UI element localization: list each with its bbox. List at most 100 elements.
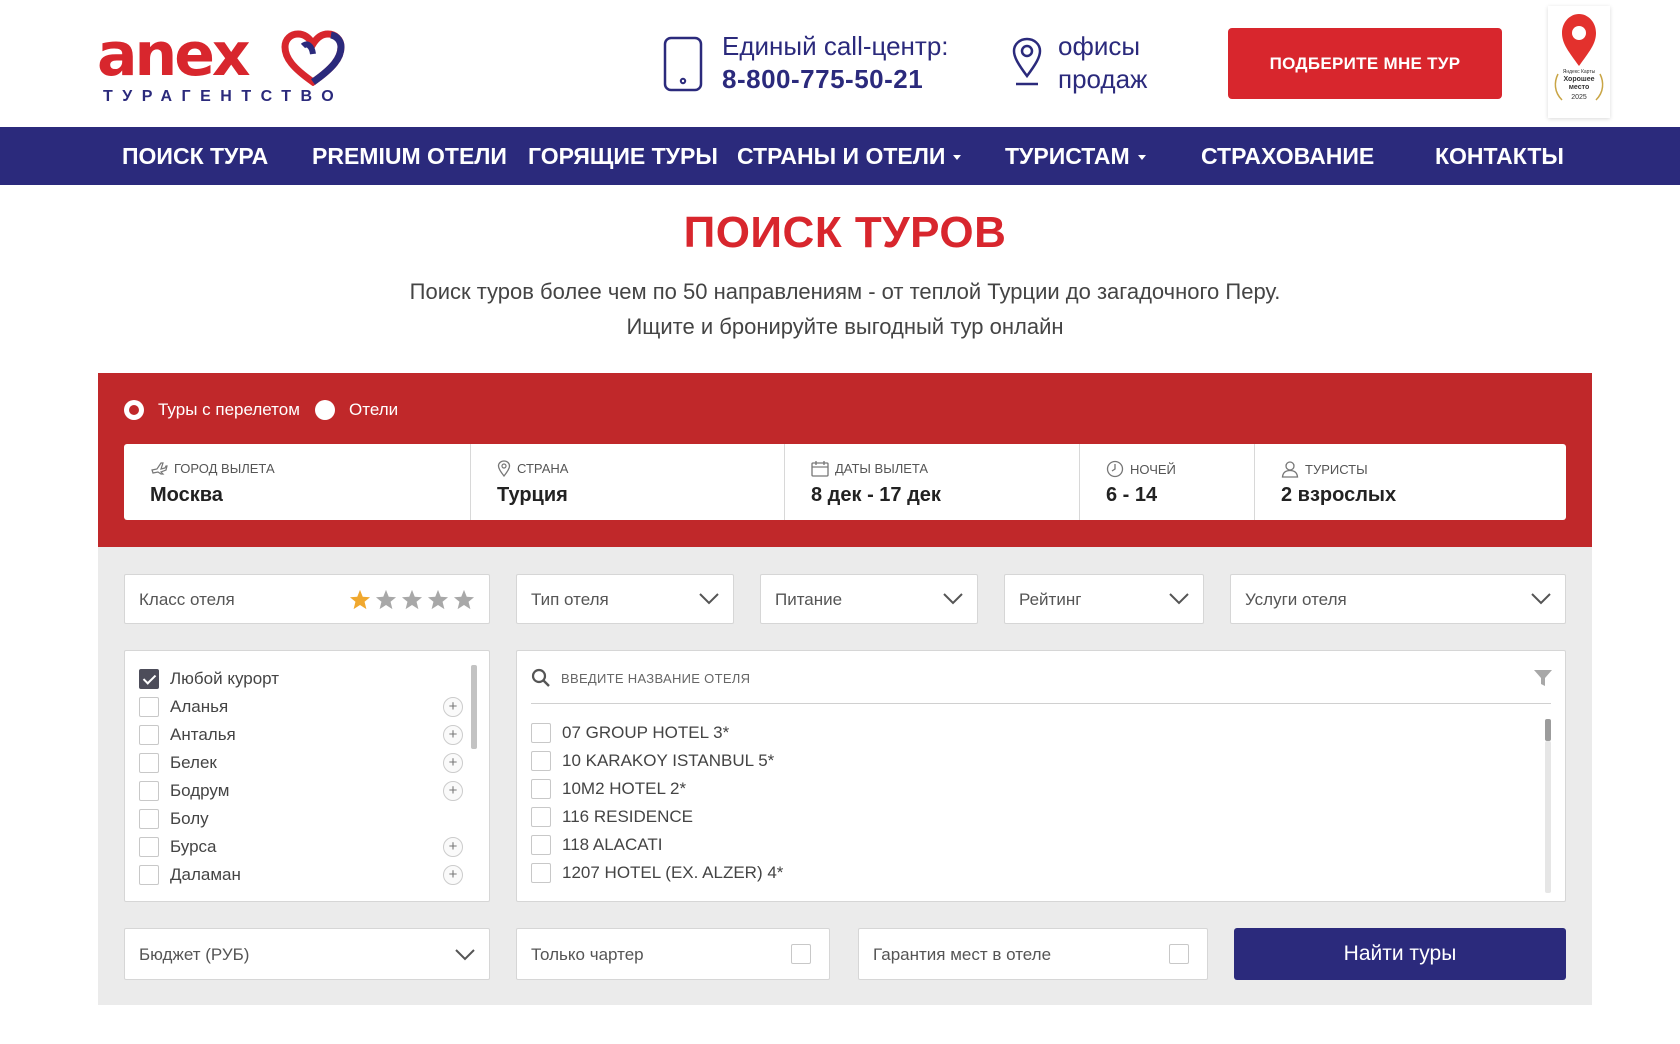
resort-item[interactable]: Болу [139, 807, 209, 831]
budget-select[interactable]: Бюджет (РУБ) [124, 928, 490, 980]
nights-value: 6 - 14 [1106, 484, 1158, 506]
hotel-item[interactable]: 07 GROUP HOTEL 3* [531, 721, 729, 745]
resort-scrollbar[interactable] [471, 665, 477, 749]
tourists-field[interactable]: ТУРИСТЫ 2 взрослых [1254, 444, 1566, 520]
expand-plus-icon[interactable]: + [443, 865, 463, 885]
hotel-name: 118 ALACATI [562, 835, 663, 854]
filter-icon[interactable] [1533, 669, 1553, 687]
nav-insurance[interactable]: СТРАХОВАНИЕ [1201, 127, 1374, 185]
nav-label: СТРАНЫ И ОТЕЛИ [737, 143, 946, 169]
checkbox[interactable] [139, 865, 159, 885]
offices-line-2: продаж [1058, 64, 1148, 94]
hotel-scrollbar-track[interactable] [1545, 741, 1551, 893]
location-pin-icon [1012, 37, 1042, 86]
hotel-type-label: Тип отеля [531, 590, 609, 609]
budget-label: Бюджет (РУБ) [139, 945, 250, 964]
find-tours-button[interactable]: Найти туры [1234, 928, 1566, 980]
resort-item[interactable]: Аланья [139, 695, 228, 719]
checkbox[interactable] [531, 835, 551, 855]
resort-item[interactable]: Любой курорт [139, 667, 279, 691]
expand-plus-icon[interactable]: + [443, 753, 463, 773]
star-icon-4[interactable] [427, 589, 449, 610]
checkbox[interactable] [139, 753, 159, 773]
rating-select[interactable]: Рейтинг [1004, 574, 1204, 624]
hotel-name: 10M2 HOTEL 2* [562, 779, 687, 798]
radio-tours-with-flight[interactable]: Туры с перелетом [124, 400, 300, 420]
sales-offices-link[interactable]: офисы продаж [1058, 30, 1147, 96]
meal-label: Питание [775, 590, 843, 609]
hotel-services-select[interactable]: Услуги отеля [1230, 574, 1566, 624]
resort-name: Белек [170, 753, 217, 772]
hotel-class-label: Класс отеля [139, 590, 235, 609]
country-value: Турция [497, 484, 568, 506]
expand-plus-icon[interactable]: + [443, 697, 463, 717]
checkbox[interactable] [531, 863, 551, 883]
anex-logo[interactable]: anex ТУРАГЕНТСТВО [97, 20, 347, 106]
resort-item[interactable]: Бодрум [139, 779, 229, 803]
departure-value: Москва [150, 484, 223, 506]
checkbox-checked[interactable] [139, 669, 159, 689]
dates-value: 8 дек - 17 дек [811, 484, 941, 506]
checkbox[interactable] [139, 837, 159, 857]
hotel-type-select[interactable]: Тип отеля [516, 574, 734, 624]
hotel-class-filter[interactable]: Класс отеля [124, 574, 490, 624]
departure-city-field[interactable]: ГОРОД ВЫЛЕТА Москва [124, 444, 470, 520]
checkbox[interactable] [139, 725, 159, 745]
checkbox[interactable] [531, 779, 551, 799]
nav-label: СТРАХОВАНИЕ [1201, 143, 1375, 169]
meal-select[interactable]: Питание [760, 574, 978, 624]
hotel-item[interactable]: 1207 HOTEL (EX. ALZER) 4* [531, 861, 783, 885]
star-icon-2[interactable] [375, 589, 397, 610]
phone-number-link[interactable]: 8-800-775-50-21 [722, 62, 949, 96]
nav-countries-hotels[interactable]: СТРАНЫ И ОТЕЛИ [737, 127, 962, 185]
hotel-item[interactable]: 116 RESIDENCE [531, 805, 693, 829]
expand-plus-icon[interactable]: + [443, 837, 463, 857]
logo-wordmark: anex [97, 20, 251, 90]
nav-contacts[interactable]: КОНТАКТЫ [1435, 127, 1564, 185]
checkbox[interactable] [531, 723, 551, 743]
call-center: Единый call-центр: 8-800-775-50-21 [722, 30, 949, 96]
hotel-search-input[interactable] [561, 665, 1461, 691]
pick-tour-button[interactable]: ПОДБЕРИТЕ МНЕ ТУР [1228, 28, 1502, 99]
guarantee-option[interactable]: Гарантия мест в отеле [858, 928, 1208, 980]
radio-label: Туры с перелетом [158, 400, 300, 419]
hotel-scrollbar-thumb[interactable] [1545, 719, 1551, 741]
country-field[interactable]: СТРАНА Турция [470, 444, 784, 520]
resort-item[interactable]: Белек [139, 751, 217, 775]
departure-dates-field[interactable]: ДАТЫ ВЫЛЕТА 8 дек - 17 дек [784, 444, 1079, 520]
phone-icon [663, 36, 703, 92]
guarantee-checkbox[interactable] [1169, 944, 1189, 964]
charter-only-option[interactable]: Только чартер [516, 928, 830, 980]
resort-item[interactable]: Бурса [139, 835, 217, 859]
guarantee-label: Гарантия мест в отеле [873, 945, 1052, 964]
resort-name: Аланья [170, 697, 229, 716]
star-icon-1[interactable] [349, 589, 371, 610]
nav-label: ТУРИСТАМ [1005, 143, 1130, 169]
resort-item[interactable]: Анталья [139, 723, 236, 747]
nav-premium-hotels[interactable]: PREMIUM ОТЕЛИ [312, 127, 507, 185]
nav-for-tourists[interactable]: ТУРИСТАМ [1005, 127, 1146, 185]
nav-tour-search[interactable]: ПОИСК ТУРА [122, 127, 268, 185]
expand-plus-icon[interactable]: + [443, 725, 463, 745]
resort-item[interactable]: Даламан [139, 863, 241, 887]
star-icon-5[interactable] [453, 589, 475, 610]
resort-name: Бурса [170, 837, 217, 856]
charter-only-checkbox[interactable] [791, 944, 811, 964]
hotel-item[interactable]: 10 KARAKOY ISTANBUL 5* [531, 749, 774, 773]
radio-hotels[interactable]: Отели [315, 400, 398, 420]
expand-plus-icon[interactable]: + [443, 781, 463, 801]
hotel-item[interactable]: 10M2 HOTEL 2* [531, 777, 686, 801]
nights-field[interactable]: НОЧЕЙ 6 - 14 [1079, 444, 1254, 520]
calendar-icon [811, 461, 829, 477]
hotel-item[interactable]: 118 ALACATI [531, 833, 662, 857]
nav-hot-tours[interactable]: ГОРЯЩИЕ ТУРЫ [528, 127, 718, 185]
checkbox[interactable] [531, 751, 551, 771]
checkbox[interactable] [139, 697, 159, 717]
checkbox[interactable] [139, 781, 159, 801]
dates-label: ДАТЫ ВЫЛЕТА [835, 461, 929, 476]
star-icon-3[interactable] [401, 589, 423, 610]
yandex-good-place-badge[interactable]: Яндекс Карты Хорошее место 2025 [1548, 6, 1610, 118]
checkbox[interactable] [139, 809, 159, 829]
checkbox[interactable] [531, 807, 551, 827]
field-label: НОЧЕЙ [1106, 460, 1176, 478]
